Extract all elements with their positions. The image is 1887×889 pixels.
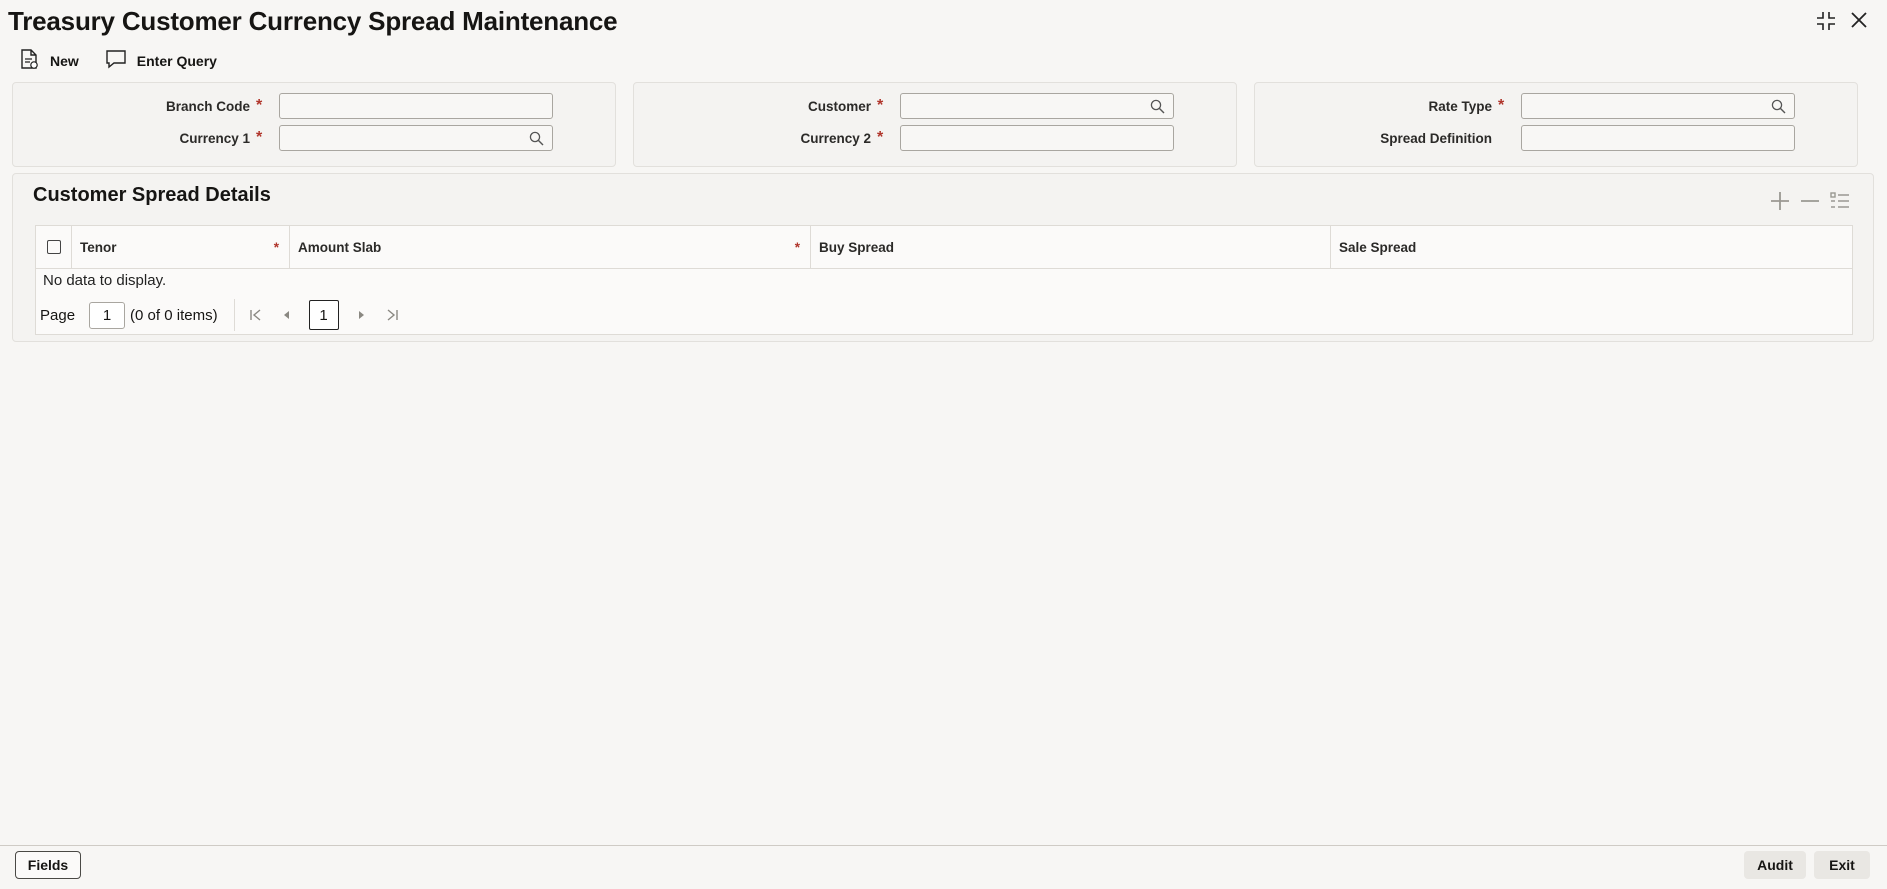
- footer-bar: Fields Audit Exit: [0, 845, 1887, 889]
- currency1-input[interactable]: [279, 125, 553, 151]
- customer-input[interactable]: [900, 93, 1174, 119]
- column-header-sale-spread[interactable]: Sale Spread: [1331, 226, 1852, 268]
- branch-code-label: Branch Code: [165, 98, 250, 114]
- customer-label: Customer: [807, 98, 871, 114]
- grid-actions: [1769, 190, 1851, 217]
- required-marker: *: [877, 129, 884, 146]
- single-record-view-icon[interactable]: [1829, 190, 1851, 217]
- first-page-icon[interactable]: [249, 308, 263, 322]
- currency2-input[interactable]: [900, 125, 1174, 151]
- currency2-row: Currency 2 *: [634, 125, 1174, 151]
- required-marker: *: [877, 97, 884, 114]
- enter-query-button[interactable]: Enter Query: [105, 49, 217, 72]
- currency1-row: Currency 1 *: [13, 125, 553, 151]
- panel-rate: Rate Type * Spread Definition: [1254, 82, 1858, 167]
- rate-type-row: Rate Type *: [1255, 93, 1795, 119]
- page-number-input[interactable]: 1: [89, 301, 126, 329]
- customer-spread-details: Customer Spread Details Tenor * Amount Sl…: [12, 173, 1874, 342]
- next-page-icon[interactable]: [357, 308, 367, 322]
- spread-definition-row: Spread Definition: [1255, 125, 1795, 151]
- page-label: Page: [40, 306, 76, 324]
- new-button[interactable]: New: [18, 48, 79, 73]
- rate-type-label: Rate Type: [1428, 98, 1492, 114]
- column-header-tenor[interactable]: Tenor *: [72, 226, 290, 268]
- audit-button[interactable]: Audit: [1744, 851, 1806, 879]
- previous-page-icon[interactable]: [281, 308, 291, 322]
- spread-definition-input[interactable]: [1521, 125, 1795, 151]
- add-row-icon[interactable]: [1769, 190, 1791, 217]
- window-controls: [1815, 10, 1869, 32]
- pagination: Page 1 (0 of 0 items) 1: [40, 299, 417, 331]
- delete-row-icon[interactable]: [1799, 190, 1821, 217]
- section-title: Customer Spread Details: [33, 184, 271, 206]
- select-all-checkbox[interactable]: [46, 240, 61, 254]
- spread-details-table: Tenor * Amount Slab * Buy Spread Sale Spre…: [35, 225, 1853, 335]
- new-document-icon: [18, 48, 40, 73]
- branch-code-input[interactable]: [279, 93, 553, 119]
- enter-query-label: Enter Query: [136, 52, 217, 69]
- toolbar: New Enter Query: [18, 48, 217, 73]
- currency1-label: Currency 1: [179, 130, 250, 146]
- search-icon[interactable]: [1771, 99, 1786, 119]
- panel-branch: Branch Code * Currency 1 *: [12, 82, 616, 167]
- table-header: Tenor * Amount Slab * Buy Spread Sale Spre…: [36, 226, 1852, 269]
- page-title: Treasury Customer Currency Spread Mainte…: [8, 6, 618, 36]
- customer-row: Customer *: [634, 93, 1174, 119]
- column-header-buy-spread[interactable]: Buy Spread: [811, 226, 1331, 268]
- close-icon[interactable]: [1849, 10, 1869, 32]
- exit-button[interactable]: Exit: [1814, 851, 1870, 879]
- rate-type-input[interactable]: [1521, 93, 1795, 119]
- comment-icon: [105, 49, 127, 72]
- last-page-icon[interactable]: [385, 308, 399, 322]
- pager-divider: [233, 299, 235, 331]
- new-label: New: [50, 52, 79, 69]
- items-count: (0 of 0 items): [130, 306, 218, 324]
- search-icon[interactable]: [529, 131, 544, 151]
- required-marker: *: [256, 129, 263, 146]
- panel-customer: Customer * Currency 2 *: [633, 82, 1237, 167]
- fields-button[interactable]: Fields: [15, 851, 81, 879]
- required-marker: *: [256, 97, 263, 114]
- search-icon[interactable]: [1150, 99, 1165, 119]
- minimize-icon[interactable]: [1815, 10, 1837, 32]
- required-marker: *: [1498, 97, 1505, 114]
- select-all-cell: [36, 226, 72, 268]
- column-header-amount-slab[interactable]: Amount Slab *: [290, 226, 811, 268]
- spread-definition-label: Spread Definition: [1380, 130, 1492, 146]
- no-data-message: No data to display.: [43, 272, 167, 289]
- currency2-label: Currency 2: [800, 130, 871, 146]
- current-page[interactable]: 1: [308, 300, 339, 330]
- branch-code-row: Branch Code *: [13, 93, 553, 119]
